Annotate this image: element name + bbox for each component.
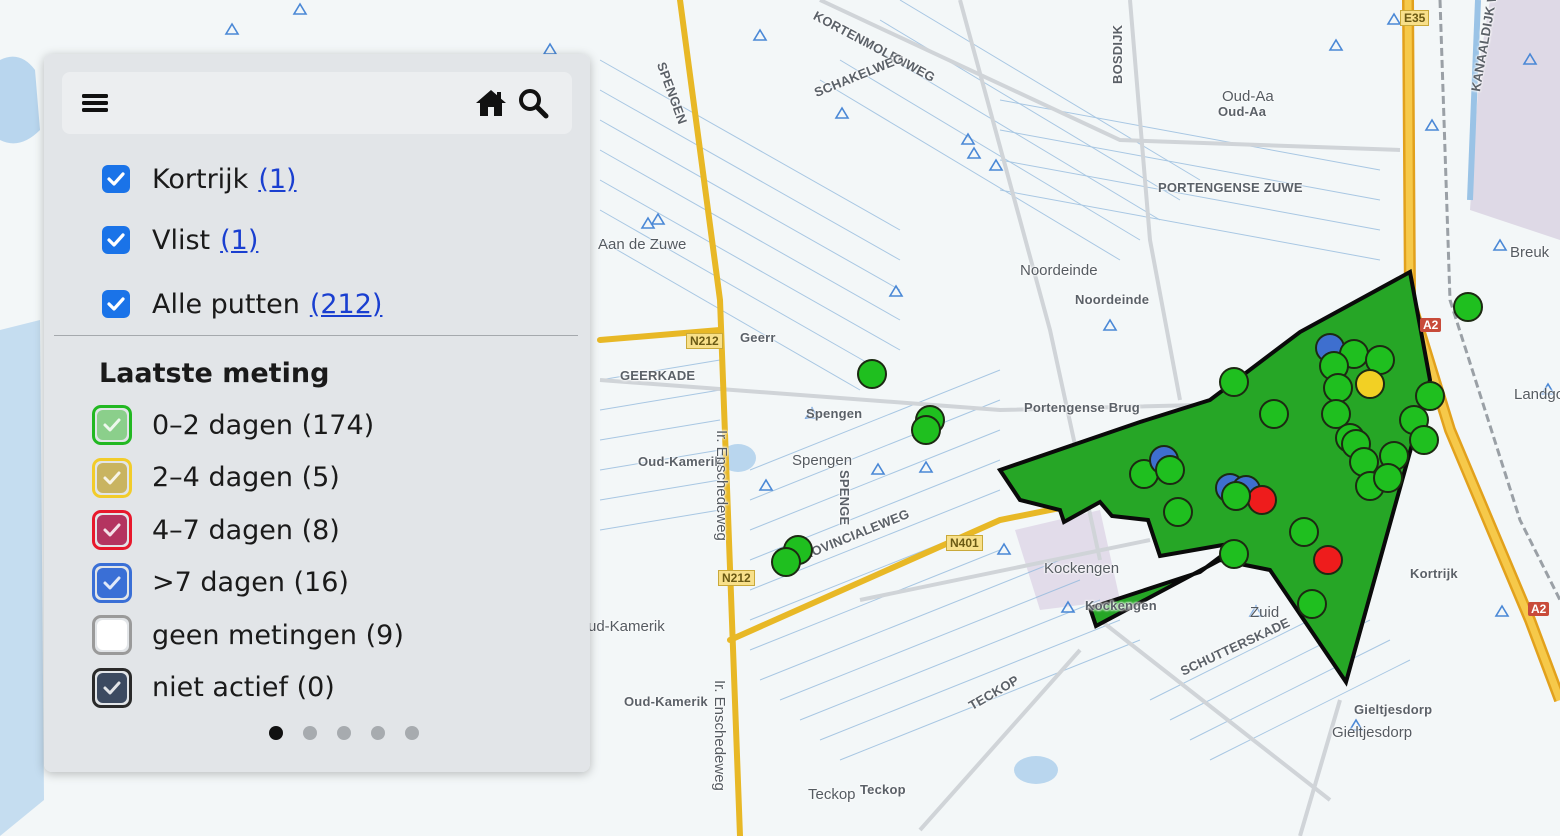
legend-label: geen metingen (9) (152, 619, 404, 651)
map-label: Kockengen (1044, 560, 1120, 577)
panel-divider (54, 335, 578, 336)
well-marker-green[interactable] (1373, 463, 1403, 493)
pager-dot[interactable] (405, 726, 419, 740)
legend-checkbox[interactable] (92, 510, 132, 550)
layer-checkbox-vlist[interactable] (102, 226, 130, 254)
home-icon[interactable] (474, 86, 508, 120)
layer-label: Vlist (152, 224, 211, 256)
legend-item: 2–4 dagen (5) (92, 455, 340, 501)
map-label: N212 (686, 333, 723, 349)
map-label: Noordeinde (1075, 292, 1150, 307)
map-label: Kortrijk (1410, 566, 1458, 581)
map-label: N212 (718, 570, 755, 586)
well-marker-green[interactable] (1453, 292, 1483, 322)
map-label: Breuk (1510, 244, 1550, 261)
check-icon (103, 523, 121, 537)
map-label: A2 (1420, 318, 1442, 332)
check-icon (103, 576, 121, 589)
map-label: A2 (1528, 602, 1550, 616)
map-label: GEERKADE (620, 368, 696, 383)
well-marker-green[interactable] (1221, 481, 1251, 511)
map-label: Oud-Aa (1222, 88, 1274, 105)
legend-item: >7 dagen (16) (92, 560, 349, 606)
well-marker-green[interactable] (1289, 517, 1319, 547)
map-label: N401 (946, 535, 983, 551)
map-label: Spengen (806, 406, 863, 421)
well-marker-green[interactable] (1219, 539, 1249, 569)
layer-label: Alle putten (152, 288, 300, 320)
hamburger-menu-icon[interactable] (78, 86, 112, 120)
legend-label: 2–4 dagen (5) (152, 462, 340, 493)
map-label: Noordeinde (1020, 262, 1098, 279)
map-label: BOSDIJK (1110, 24, 1125, 84)
legend-label: niet actief (0) (152, 672, 335, 703)
panel-toolbar (62, 72, 572, 134)
map-label: Spengen (792, 452, 853, 469)
legend-checkbox[interactable] (92, 562, 132, 603)
well-marker-green[interactable] (1297, 589, 1327, 619)
layer-count-link[interactable]: (1) (258, 164, 296, 195)
map-label: Oud-Kamerik (638, 454, 722, 469)
map-label: Geerr (740, 330, 776, 345)
legend-checkbox[interactable] (92, 667, 132, 708)
pager-dot[interactable] (371, 726, 385, 740)
legend-checkbox[interactable] (92, 457, 132, 498)
map-label: Teckop (808, 786, 856, 803)
check-icon (103, 418, 121, 432)
well-marker-green[interactable] (1409, 425, 1439, 455)
legend-label: 4–7 dagen (8) (152, 514, 340, 546)
check-icon (103, 681, 121, 694)
map-label: ud-Kamerik (588, 618, 665, 635)
map-label: Landgoe (1514, 386, 1560, 403)
well-marker-green[interactable] (1259, 399, 1289, 429)
well-marker-green[interactable] (1163, 497, 1193, 527)
layer-row-kortrijk: Kortrijk (1) (102, 161, 297, 197)
legend-label: >7 dagen (16) (152, 567, 349, 598)
legend-checkbox[interactable] (92, 615, 132, 655)
pager-dot[interactable] (269, 726, 283, 740)
layer-panel: Kortrijk (1) Vlist (1) Alle putten (212)… (44, 54, 590, 772)
well-marker-green[interactable] (911, 415, 941, 445)
well-marker-yellow[interactable] (1355, 369, 1385, 399)
layer-checkbox-kortrijk[interactable] (102, 165, 130, 193)
map-label: Aan de Zuwe (598, 236, 687, 253)
check-icon (103, 471, 121, 484)
layer-checkbox-alle-putten[interactable] (102, 290, 130, 318)
map-label: E35 (1400, 10, 1430, 26)
legend-checkbox[interactable] (92, 405, 132, 445)
legend-label: 0–2 dagen (174) (152, 409, 375, 441)
layer-row-vlist: Vlist (1) (102, 222, 258, 258)
map-label: PORTENGENSE ZUWE (1158, 180, 1303, 195)
layer-row-alle-putten: Alle putten (212) (102, 286, 382, 322)
pager-dot[interactable] (303, 726, 317, 740)
layer-count-link[interactable]: (1) (220, 225, 258, 256)
map-label: Portengense Brug (1024, 400, 1140, 415)
well-marker-green[interactable] (857, 359, 887, 389)
well-marker-red[interactable] (1313, 545, 1343, 575)
legend-item: niet actief (0) (92, 665, 335, 711)
pager-dots (44, 726, 590, 740)
pager-dot[interactable] (337, 726, 351, 740)
well-marker-red[interactable] (1247, 485, 1277, 515)
legend-item: 0–2 dagen (174) (92, 402, 374, 448)
legend-item: geen metingen (9) (92, 612, 404, 658)
layer-count-link[interactable]: (212) (310, 289, 383, 320)
map-label: Gieltjesdorp (1354, 702, 1433, 717)
well-marker-green[interactable] (771, 547, 801, 577)
search-icon[interactable] (516, 86, 550, 120)
map-label: Ir. Enschedeweg (713, 430, 730, 541)
legend-item: 4–7 dagen (8) (92, 507, 340, 553)
map-label: Gieltjesdorp (1332, 724, 1413, 741)
map-label: Ir. Enschedeweg (711, 680, 728, 791)
well-marker-green[interactable] (1155, 455, 1185, 485)
map-label: SPENGE (837, 470, 852, 526)
map-label: Oud-Kamerik (624, 694, 708, 709)
well-marker-green[interactable] (1219, 367, 1249, 397)
legend-title: Laatste meting (99, 358, 330, 389)
layer-label: Kortrijk (152, 163, 249, 195)
map-label: Oud-Aa (1218, 104, 1267, 119)
map-label: Kockengen (1085, 598, 1157, 613)
map-label: Teckop (860, 782, 906, 797)
map-label: Zuid (1250, 604, 1280, 621)
